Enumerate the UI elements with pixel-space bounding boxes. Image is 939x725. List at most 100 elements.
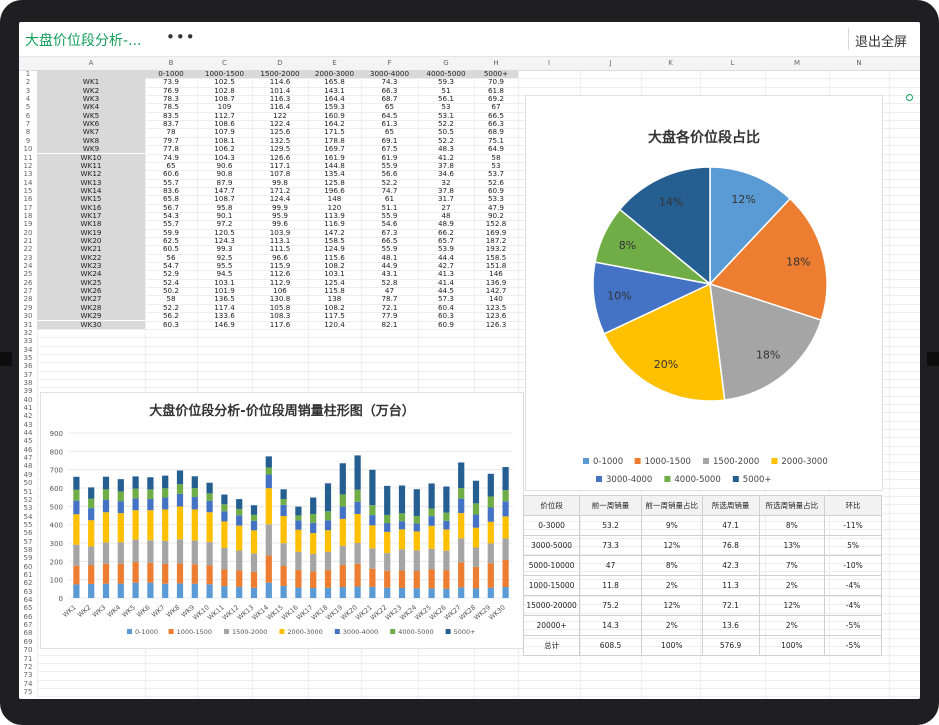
bar-segment[interactable] [221, 511, 228, 522]
bar-segment[interactable] [221, 548, 228, 570]
bar-segment[interactable] [176, 493, 184, 507]
row-header[interactable]: 3 [19, 87, 37, 95]
row-header[interactable]: 24 [19, 262, 37, 270]
bar-segment[interactable] [369, 568, 376, 587]
bar-segment[interactable] [369, 525, 376, 549]
bar-segment[interactable] [191, 509, 198, 541]
row-header[interactable]: 22 [19, 245, 37, 253]
bar-segment[interactable] [310, 514, 317, 523]
summary-header-cell[interactable]: 前一周销量 [579, 495, 642, 516]
row-header[interactable]: 53 [19, 504, 37, 512]
bar-segment[interactable] [176, 583, 184, 598]
summary-cell[interactable]: 12% [640, 595, 703, 616]
row-header[interactable]: 16 [19, 195, 37, 203]
bar-segment[interactable] [413, 550, 420, 571]
bar-segment[interactable] [443, 486, 450, 513]
row-header[interactable]: 62 [19, 579, 37, 587]
row-header[interactable]: 49 [19, 471, 37, 479]
bar-segment[interactable] [162, 509, 169, 541]
row-header[interactable]: 23 [19, 254, 37, 262]
row-header[interactable]: 17 [19, 204, 37, 212]
bar-segment[interactable] [339, 463, 346, 495]
bar-segment[interactable] [354, 489, 361, 502]
bar-segment[interactable] [102, 563, 110, 584]
summary-cell[interactable]: 576.9 [701, 635, 760, 656]
bar-segment[interactable] [354, 543, 361, 564]
bar-segment[interactable] [310, 533, 317, 554]
row-header[interactable]: 26 [19, 279, 37, 287]
summary-cell[interactable]: 15000-20000 [522, 595, 581, 616]
bar-segment[interactable] [265, 456, 272, 468]
bar-segment[interactable] [472, 566, 480, 589]
row-header[interactable]: 15 [19, 187, 37, 195]
bar-segment[interactable] [369, 548, 376, 569]
summary-cell[interactable]: 8% [758, 515, 826, 536]
bar-segment[interactable] [236, 525, 243, 551]
bar-segment[interactable] [236, 499, 243, 509]
bar-segment[interactable] [295, 570, 302, 588]
row-header[interactable]: 52 [19, 496, 37, 504]
bar-segment[interactable] [280, 543, 287, 567]
row-header[interactable]: 55 [19, 521, 37, 529]
bar-segment[interactable] [88, 498, 95, 509]
bar-segment[interactable] [117, 479, 124, 492]
bar-segment[interactable] [295, 506, 302, 516]
bar-segment[interactable] [413, 531, 420, 551]
bar-segment[interactable] [117, 501, 124, 514]
row-header[interactable]: 34 [19, 346, 37, 354]
bar-segment[interactable] [117, 491, 124, 502]
bar-segment[interactable] [236, 515, 243, 526]
bar-segment[interactable] [265, 582, 272, 598]
summary-cell[interactable]: 3000-5000 [522, 535, 581, 556]
bar-segment[interactable] [458, 488, 465, 499]
summary-cell[interactable]: 100% [640, 635, 703, 656]
row-header[interactable]: 10 [19, 145, 37, 153]
bar-segment[interactable] [132, 488, 139, 499]
summary-cell[interactable]: 0-3000 [522, 515, 581, 536]
bar-segment[interactable] [191, 488, 198, 498]
summary-cell[interactable]: 47 [579, 555, 642, 576]
row-header[interactable]: 72 [19, 663, 37, 671]
bar-segment[interactable] [176, 484, 184, 494]
summary-cell[interactable]: 53.2 [579, 515, 642, 536]
bar-segment[interactable] [428, 588, 435, 598]
bar-segment[interactable] [458, 538, 465, 563]
bar-segment[interactable] [339, 494, 346, 507]
bar-segment[interactable] [443, 550, 450, 571]
bar-segment[interactable] [398, 513, 406, 522]
bar-segment[interactable] [487, 563, 494, 588]
bar-segment[interactable] [472, 514, 480, 528]
bar-segment[interactable] [191, 564, 198, 584]
summary-header-cell[interactable]: 所选周销量占比 [758, 495, 826, 516]
bar-segment[interactable] [384, 587, 391, 598]
bar-segment[interactable] [206, 500, 213, 513]
summary-cell[interactable]: 100% [758, 635, 826, 656]
column-header-j[interactable]: J [580, 57, 641, 70]
bar-segment[interactable] [250, 571, 258, 588]
more-options-icon[interactable]: ••• [166, 28, 196, 46]
column-header-a[interactable]: A [37, 57, 145, 70]
bar-segment[interactable] [339, 564, 346, 588]
bar-segment[interactable] [295, 587, 302, 598]
bar-segment[interactable] [310, 553, 317, 572]
bar-segment[interactable] [206, 584, 213, 598]
bar-segment[interactable] [236, 586, 243, 598]
summary-cell[interactable]: 72.1 [701, 595, 760, 616]
summary-cell[interactable]: -4% [824, 575, 882, 596]
bar-segment[interactable] [472, 527, 480, 548]
data-cell[interactable]: 120.4 [308, 320, 361, 329]
bar-segment[interactable] [369, 505, 376, 516]
bar-segment[interactable] [191, 583, 198, 598]
bar-segment[interactable] [176, 470, 184, 485]
bar-segment[interactable] [162, 540, 169, 564]
row-header[interactable]: 2 [19, 78, 37, 86]
bar-segment[interactable] [73, 476, 80, 490]
summary-cell[interactable]: 13% [758, 535, 826, 556]
row-header[interactable]: 8 [19, 128, 37, 136]
row-header[interactable]: 48 [19, 462, 37, 470]
summary-cell[interactable]: 13.6 [701, 615, 760, 636]
bar-segment[interactable] [413, 588, 420, 598]
row-header[interactable]: 1 [19, 70, 37, 78]
bar-segment[interactable] [428, 569, 435, 589]
summary-cell[interactable]: 73.3 [579, 535, 642, 556]
